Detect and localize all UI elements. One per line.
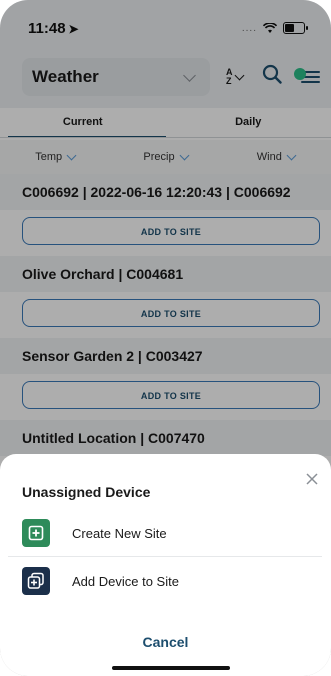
create-new-site-label: Create New Site <box>72 525 167 541</box>
layers-plus-icon <box>22 567 50 595</box>
add-device-to-site-button[interactable]: Add Device to Site <box>8 558 322 604</box>
create-new-site-button[interactable]: Create New Site <box>8 510 322 557</box>
plus-square-icon <box>22 519 50 547</box>
cancel-button[interactable]: Cancel <box>0 634 331 650</box>
bottom-sheet: Unassigned Device Create New Site Add De… <box>0 454 331 676</box>
sheet-title: Unassigned Device <box>22 484 151 500</box>
close-icon[interactable] <box>305 472 319 486</box>
phone-screen: 11:48 ➤ .... Weather AZ Current Daily Te… <box>0 0 331 676</box>
add-device-to-site-label: Add Device to Site <box>72 573 179 589</box>
home-indicator <box>112 666 230 670</box>
